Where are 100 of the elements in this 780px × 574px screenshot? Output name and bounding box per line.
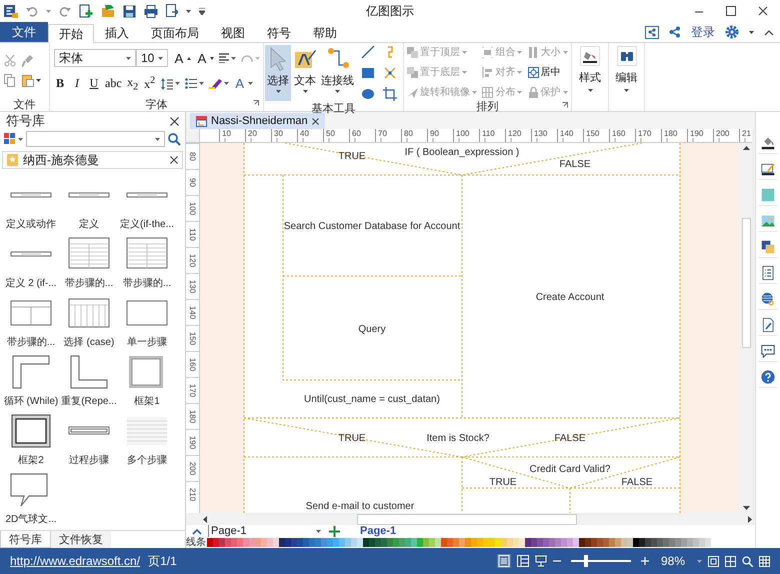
ruler-number: 100 <box>453 129 479 142</box>
symbol-label: 带步骤的... <box>122 276 172 290</box>
ruler-number: 90 <box>427 129 453 142</box>
symbol-label: 框架1 <box>134 394 160 408</box>
ruler-number: 110 <box>479 129 505 142</box>
document-tab[interactable]: Nassi-Shneiderman <box>190 113 325 129</box>
symbol-label: 定义 2 (if-... <box>5 276 57 290</box>
format-button[interactable]: x$_{2}$ <box>126 75 139 93</box>
symbol-label: 单一步骤 <box>127 336 167 349</box>
symbol-label: 带步骤的... <box>64 276 114 290</box>
ruler-number: 10 <box>219 129 245 142</box>
page-select[interactable]: Page-1 <box>208 525 323 537</box>
tool-button[interactable]: 选择 <box>265 45 291 101</box>
ruler-number: 130 <box>188 280 197 294</box>
ruler-number: 20 <box>245 129 271 142</box>
ribbon-tab[interactable]: 插入 <box>94 24 140 42</box>
diagram-label: Credit Card Valid? <box>530 464 610 475</box>
diagram-label: FALSE <box>559 159 591 170</box>
panel-tab[interactable]: 符号库 <box>0 531 51 548</box>
ruler-number: 180 <box>661 129 687 142</box>
ribbon-button[interactable]: 编辑 <box>616 70 638 85</box>
ruler-number: 110 <box>188 228 197 241</box>
symbol-label: 过程步骤 <box>69 454 109 467</box>
symbol-label: 2D气球文... <box>5 512 57 526</box>
panel-title: 符号库 <box>6 112 45 130</box>
zoom-reading[interactable]: 98% <box>660 554 685 568</box>
ruler-number: 80 <box>188 152 197 161</box>
login-link[interactable]: 登录 <box>691 24 715 40</box>
group-label: 排列 <box>476 100 498 114</box>
ruler-number: 80 <box>401 129 427 142</box>
symbol-label: 多个步骤 <box>127 454 167 467</box>
font-size-select[interactable]: 10 <box>136 49 168 68</box>
ruler-number: 130 <box>531 129 557 142</box>
window-title: 亿图图示 <box>366 2 414 20</box>
diagram-label: Create Account <box>536 292 604 303</box>
shrink-font-button[interactable]: A <box>196 50 208 66</box>
ribbon-tab[interactable]: 符号 <box>256 24 302 42</box>
ribbon-tab[interactable]: 页面布局 <box>140 24 210 42</box>
ruler-number: 200 <box>188 462 197 476</box>
group-label: 基本工具 <box>312 102 356 116</box>
ribbon-tab[interactable]: 开始 <box>48 24 94 43</box>
panel-tab[interactable]: 文件恢复 <box>51 531 111 548</box>
symbol-label: 定义(if-the... <box>120 218 174 231</box>
diagram-label: Until(cust_name = cust_datan) <box>304 394 440 405</box>
diagram-label: Send e-mail to customer <box>306 501 414 512</box>
ruler-number: 70 <box>375 129 401 142</box>
tool-button[interactable]: 连接线 <box>319 45 356 101</box>
file-menu-tab[interactable]: 文件 <box>0 22 48 42</box>
ruler-number: 200 <box>713 129 739 142</box>
grow-font-button[interactable]: A <box>173 50 185 66</box>
tool-button[interactable]: 文本 <box>292 45 318 101</box>
ruler-number: 140 <box>188 306 197 320</box>
ruler-number: 210 <box>188 488 197 502</box>
ruler-number: 120 <box>188 254 197 268</box>
ruler-number: 90 <box>188 178 197 187</box>
ruler-number: 40 <box>297 129 323 142</box>
diagram-label: TRUE <box>338 433 366 444</box>
ruler-number: 120 <box>505 129 531 142</box>
format-button[interactable]: abc <box>105 76 122 92</box>
group-label: 字体 <box>146 98 168 112</box>
ruler-number: 150 <box>583 129 609 142</box>
ruler-number: 190 <box>188 436 197 450</box>
ruler-number: 160 <box>609 129 635 142</box>
arrange-menu-button[interactable]: 居中 <box>528 65 568 79</box>
group-label: 文件 <box>14 98 36 112</box>
font-family-select[interactable]: 宋体 <box>54 49 136 68</box>
page-tab[interactable]: Page-1 <box>360 525 396 537</box>
font-color-button[interactable]: A <box>234 76 246 92</box>
ruler-number: 50 <box>323 129 349 142</box>
ruler-number: 180 <box>188 410 197 424</box>
symbol-label: 重复(Repe... <box>61 394 117 408</box>
diagram-label: Query <box>358 324 386 335</box>
symbol-label: 选择 (case) <box>64 336 114 349</box>
format-button[interactable]: U <box>88 76 100 92</box>
ruler-number: 160 <box>188 358 197 372</box>
diagram-label: FALSE <box>554 433 586 444</box>
symbol-label: 定义或动作 <box>6 218 56 231</box>
ruler-number: 190 <box>687 129 713 142</box>
diagram-label: Search Customer Database for Account <box>284 221 460 232</box>
ruler-number: 60 <box>349 129 375 142</box>
ribbon-tab[interactable]: 视图 <box>210 24 256 42</box>
diagram-label: Item is Stock? <box>426 433 490 444</box>
symbol-label: 框架2 <box>18 454 44 467</box>
website-link[interactable]: http://www.edrawsoft.cn/ <box>10 554 140 568</box>
symbol-label: 循环 (While) <box>4 395 58 408</box>
ruler-number: 30 <box>271 129 297 142</box>
diagram-label: TRUE <box>338 151 366 162</box>
format-button[interactable]: B <box>54 76 66 92</box>
ruler-number: 170 <box>635 129 661 142</box>
diagram-label: TRUE <box>489 477 517 488</box>
format-button[interactable]: x$^{2}$ <box>144 75 156 92</box>
ruler-number: 150 <box>188 332 197 346</box>
ruler-number: 170 <box>188 384 197 398</box>
palette-label: 线条 <box>186 537 206 548</box>
ribbon-tab[interactable]: 帮助 <box>302 24 348 42</box>
format-button[interactable]: I <box>71 76 83 92</box>
diagram-label: FALSE <box>621 477 653 488</box>
ribbon-button[interactable]: 样式 <box>579 70 601 85</box>
symbol-label: 带步骤的... <box>6 336 56 349</box>
page-indicator: 页1/1 <box>148 552 177 570</box>
